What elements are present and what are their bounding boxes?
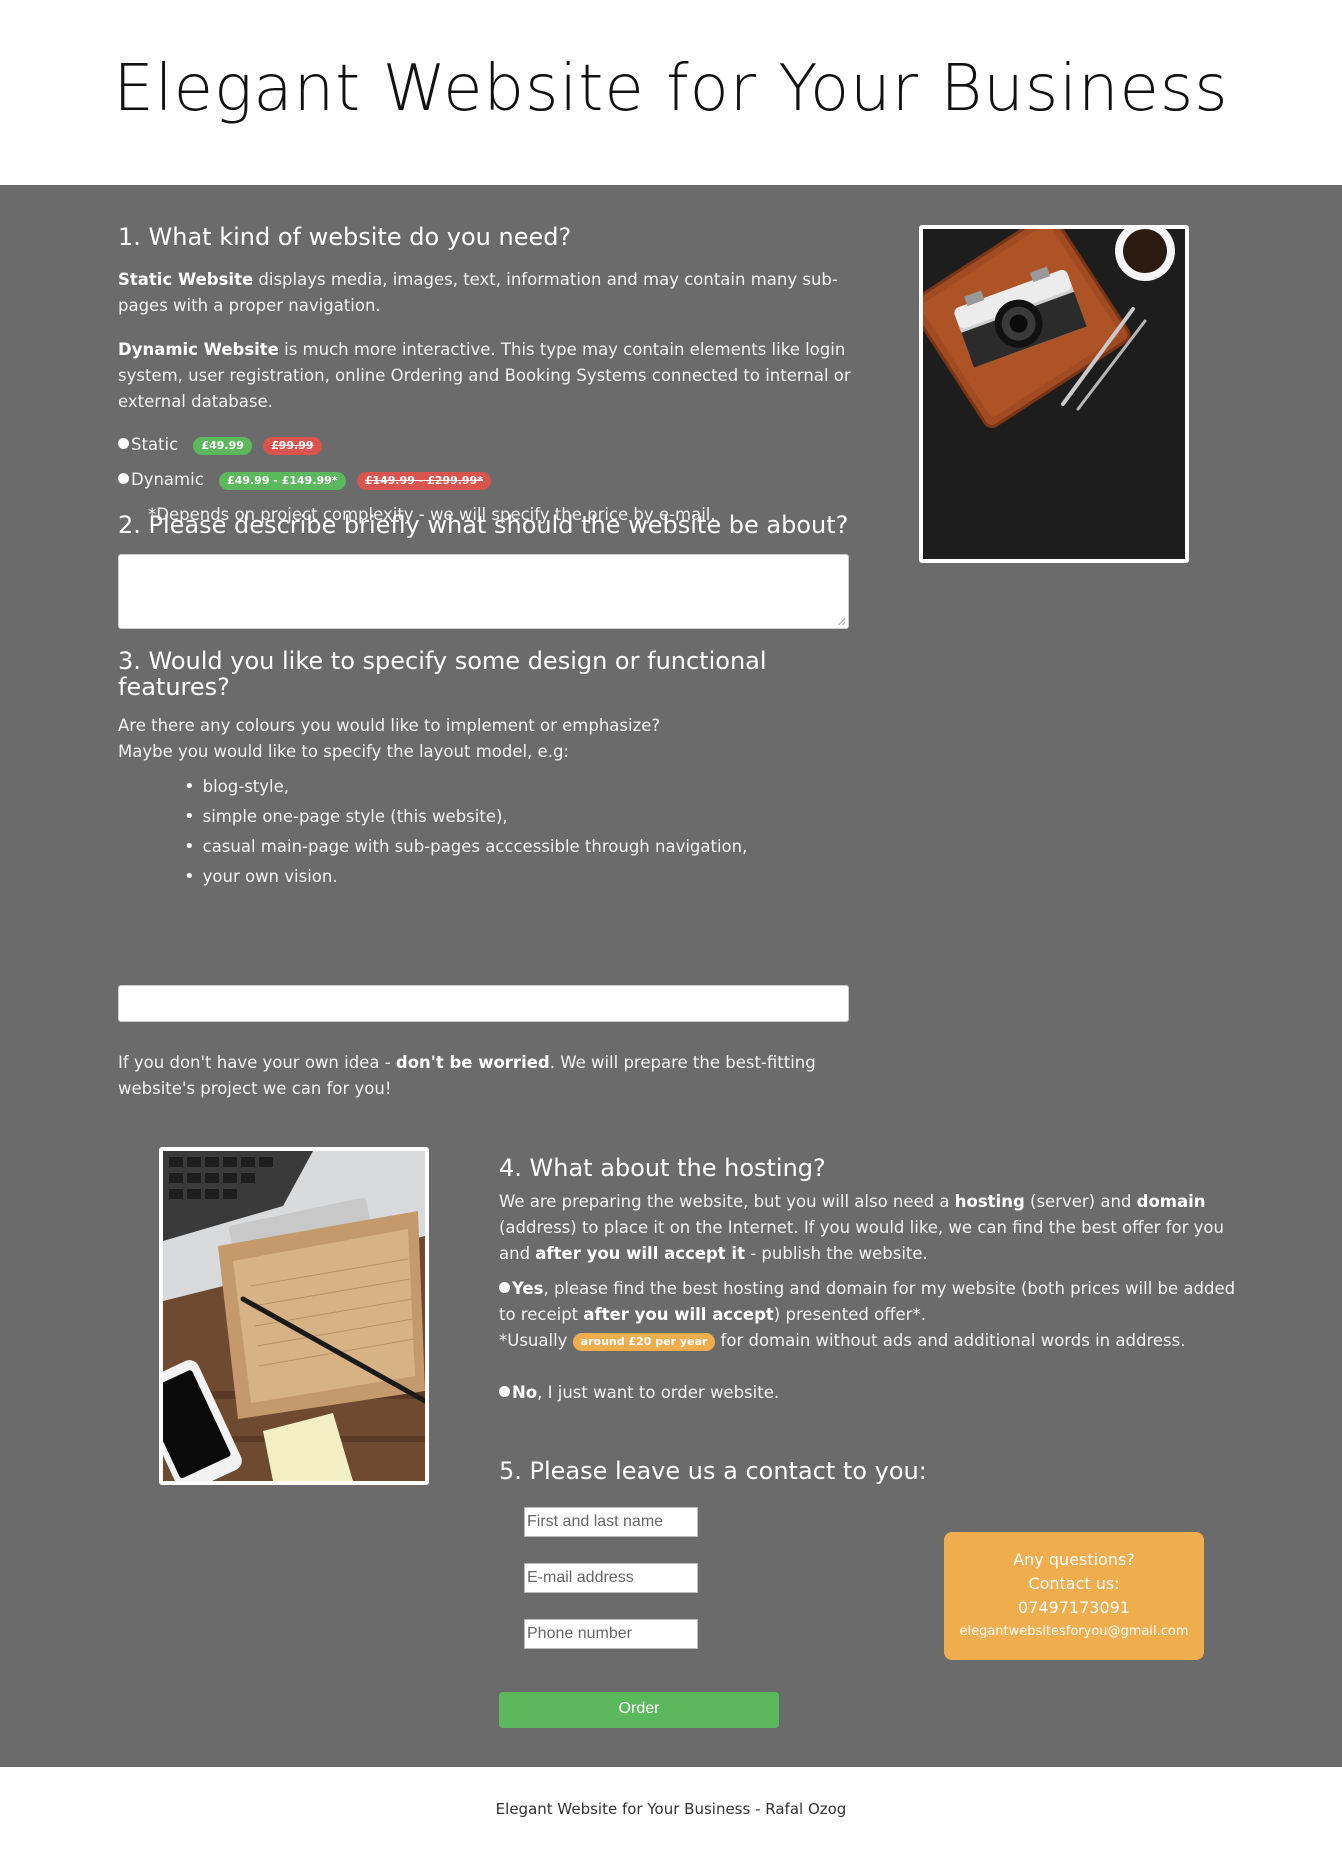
list-item: blog-style, — [184, 772, 884, 802]
section3-outro: If you don't have your own idea - don't … — [118, 1050, 858, 1102]
list-item: casual main-page with sub-pages acccessi… — [184, 832, 884, 862]
contact-phone[interactable]: 07497173091 — [944, 1596, 1204, 1620]
static-price-badge: £49.99 — [193, 436, 252, 455]
static-description-bold: Static Website — [118, 270, 254, 289]
name-field[interactable]: First and last name — [524, 1507, 698, 1537]
domain-bold: domain — [1136, 1192, 1206, 1211]
laptop-notepad-photo — [159, 1147, 429, 1485]
domain-price-note: *Usually around £20 per year for domain … — [499, 1328, 1259, 1354]
radio-hosting-no[interactable] — [499, 1386, 510, 1397]
dynamic-description: Dynamic Website is much more interactive… — [118, 337, 858, 415]
phone-field[interactable]: Phone number — [524, 1619, 698, 1649]
radio-option-hosting-yes[interactable]: Yes, please find the best hosting and do… — [499, 1276, 1239, 1328]
hosting-yes-bold: Yes — [512, 1279, 544, 1298]
contact-box-line2: Contact us: — [1028, 1574, 1120, 1593]
hosting-bold: hosting — [954, 1192, 1025, 1211]
site-header: Elegant Website for Your Business — [0, 0, 1342, 185]
layout-options-list: blog-style, simple one-page style (this … — [184, 772, 884, 892]
radio-option-dynamic[interactable]: Dynamic £49.99 - £149.99* £149.99 - £299… — [118, 467, 718, 493]
hosting-yes-bold-2: after you will accept — [583, 1305, 774, 1324]
accept-bold: after you will accept it — [535, 1244, 745, 1263]
hosting-no-bold: No — [512, 1383, 538, 1402]
section2-heading: 2. Please describe briefly what should t… — [118, 511, 849, 539]
contact-box-line1: Any questions? — [1013, 1550, 1135, 1569]
radio-dynamic[interactable] — [118, 473, 129, 484]
dynamic-old-price-badge: £149.99 - £299.99* — [356, 471, 491, 490]
site-footer: Elegant Website for Your Business - Rafa… — [0, 1767, 1342, 1852]
radio-static[interactable] — [118, 438, 129, 449]
section4-heading: 4. What about the hosting? — [499, 1154, 826, 1182]
domain-note-text-2: for domain without ads and additional wo… — [715, 1331, 1186, 1350]
resize-grip-icon[interactable] — [837, 617, 845, 625]
camera-notebook-illustration — [923, 229, 1185, 559]
section3-outro-bold: don't be worried — [395, 1053, 550, 1072]
hosting-no-text: , I just want to order website. — [537, 1383, 780, 1402]
section3-heading: 3. Would you like to specify some design… — [118, 647, 767, 701]
footer-text: Elegant Website for Your Business - Rafa… — [495, 1800, 847, 1818]
hosting-text-4: - publish the website. — [744, 1244, 928, 1263]
dynamic-description-bold: Dynamic Website — [118, 340, 279, 359]
dynamic-price-badge: £49.99 - £149.99* — [219, 471, 346, 490]
hosting-description: We are preparing the website, but you wi… — [499, 1189, 1239, 1267]
order-button[interactable]: Order — [499, 1692, 779, 1728]
section3-intro-1: Are there any colours you would like to … — [118, 716, 661, 735]
list-item: your own vision. — [184, 862, 884, 892]
domain-note-text-1: *Usually — [499, 1331, 573, 1350]
section3-outro-start: If you don't have your own idea - — [118, 1053, 396, 1072]
section5-heading: 5. Please leave us a contact to you: — [499, 1457, 927, 1485]
contact-box: Any questions? Contact us: 07497173091 e… — [944, 1532, 1204, 1660]
list-item: simple one-page style (this website), — [184, 802, 884, 832]
camera-notebook-photo — [919, 225, 1189, 563]
hosting-text-1: We are preparing the website, but you wi… — [499, 1192, 955, 1211]
section1-heading: 1. What kind of website do you need? — [118, 223, 572, 251]
site-title: Elegant Website for Your Business — [113, 52, 1229, 126]
email-field[interactable]: E-mail address — [524, 1563, 698, 1593]
description-textarea[interactable] — [118, 554, 849, 629]
section3-intro-2: Maybe you would like to specify the layo… — [118, 742, 569, 761]
contact-email[interactable]: elegantwebsitesforyou@gmail.com — [944, 1620, 1204, 1644]
radio-option-hosting-no[interactable]: No, I just want to order website. — [499, 1380, 1239, 1406]
radio-dynamic-label: Dynamic — [131, 470, 204, 489]
order-form-section: 1. What kind of website do you need? Sta… — [0, 185, 1342, 1767]
radio-hosting-yes[interactable] — [499, 1282, 510, 1293]
design-features-input[interactable] — [118, 985, 849, 1022]
radio-option-static[interactable]: Static £49.99 £99.99 — [118, 432, 618, 458]
laptop-notepad-illustration — [163, 1151, 425, 1481]
hosting-text-2: (server) and — [1024, 1192, 1137, 1211]
static-old-price-badge: £99.99 — [263, 436, 322, 455]
hosting-yes-text-2: ) presented offer*. — [773, 1305, 926, 1324]
domain-price-badge: around £20 per year — [572, 1332, 716, 1351]
radio-static-label: Static — [131, 435, 179, 454]
static-description: Static Website displays media, images, t… — [118, 267, 858, 319]
